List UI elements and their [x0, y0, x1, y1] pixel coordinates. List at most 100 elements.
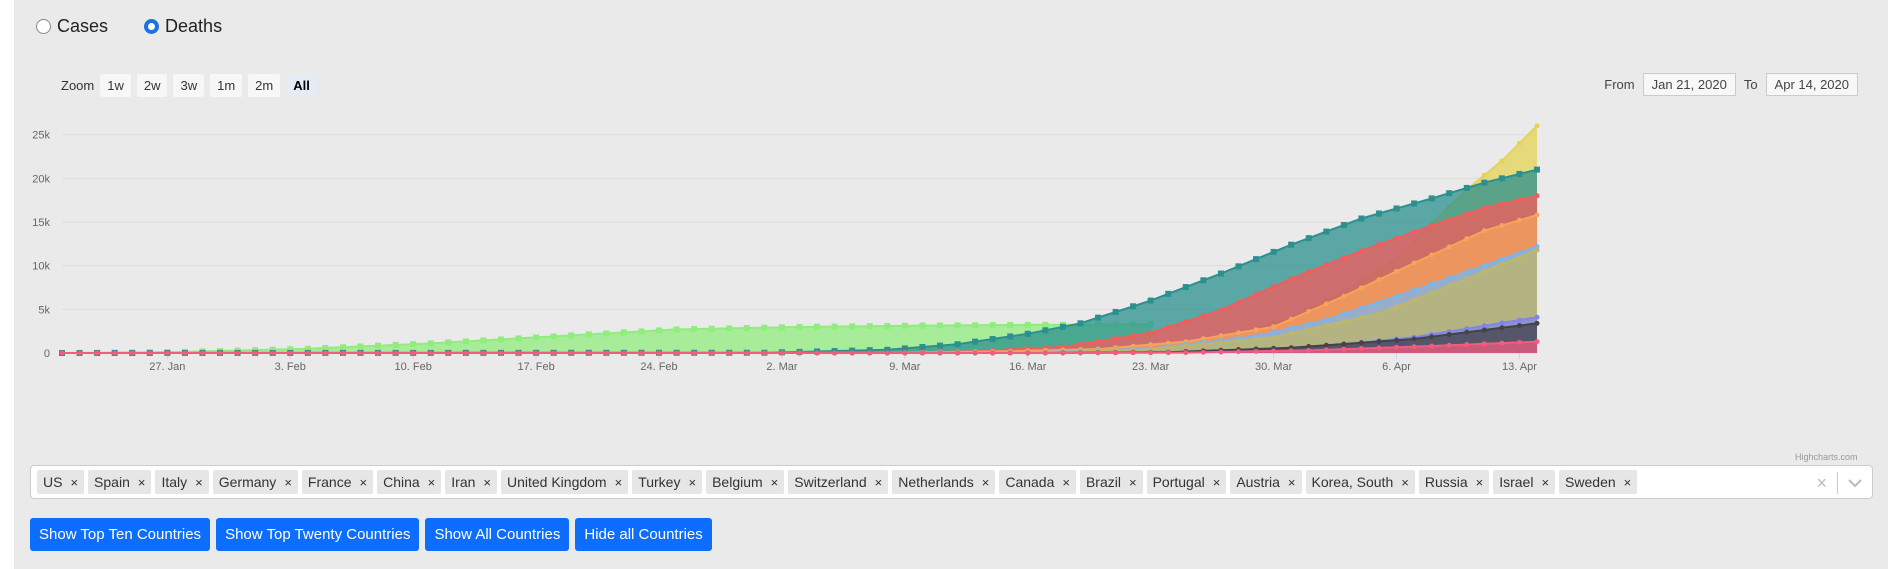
remove-tag-icon[interactable]: ×: [282, 475, 298, 490]
remove-tag-icon[interactable]: ×: [1622, 475, 1638, 490]
series-marker: [1429, 343, 1435, 349]
series-marker: [427, 340, 434, 347]
series-marker: [656, 327, 663, 334]
series-marker: [1534, 212, 1540, 218]
deaths-radio-label[interactable]: Deaths: [165, 16, 222, 37]
series-marker: [1499, 340, 1505, 346]
remove-tag-icon[interactable]: ×: [193, 475, 209, 490]
remove-tag-icon[interactable]: ×: [1211, 475, 1227, 490]
series-marker: [656, 350, 662, 356]
series-marker: [1358, 305, 1364, 311]
country-tag-label: Germany: [218, 474, 277, 490]
zoom-2w-button[interactable]: 2w: [136, 74, 168, 97]
remove-tag-icon[interactable]: ×: [481, 475, 497, 490]
zoom-1w-button[interactable]: 1w: [100, 74, 131, 97]
x-tick-label: 23. Mar: [1132, 361, 1170, 373]
remove-tag-icon[interactable]: ×: [136, 475, 152, 490]
country-tag: Turkey ×: [632, 470, 703, 494]
country-tag-label: Iran: [451, 474, 476, 490]
country-tag-label: Brazil: [1085, 474, 1121, 490]
series-marker: [638, 350, 644, 356]
series-marker: [445, 339, 452, 346]
chevron-down-icon[interactable]: [1848, 478, 1862, 488]
remove-tag-icon[interactable]: ×: [426, 475, 442, 490]
remove-tag-icon[interactable]: ×: [1286, 475, 1302, 490]
country-tag: Italy ×: [155, 470, 209, 494]
zoom-all-button[interactable]: All: [286, 74, 317, 97]
series-marker: [884, 350, 890, 356]
series-marker: [516, 350, 522, 356]
remove-tag-icon[interactable]: ×: [769, 475, 785, 490]
series-marker: [1218, 333, 1224, 339]
series-marker: [708, 325, 715, 332]
series-marker: [1376, 277, 1382, 283]
series-marker: [866, 323, 873, 330]
series-marker: [937, 350, 943, 356]
series-marker: [533, 350, 539, 356]
remove-tag-icon[interactable]: ×: [686, 475, 702, 490]
series-marker: [1165, 350, 1171, 356]
series-marker: [1394, 304, 1400, 310]
remove-tag-icon[interactable]: ×: [68, 475, 84, 490]
series-marker: [972, 322, 979, 329]
x-tick-label: 3. Feb: [275, 361, 306, 373]
series-marker: [832, 350, 838, 356]
to-date-input[interactable]: Apr 14, 2020: [1765, 73, 1858, 96]
deaths-radio[interactable]: Deaths: [144, 16, 222, 37]
series-marker: [1534, 314, 1540, 320]
remove-tag-icon[interactable]: ×: [1060, 475, 1076, 490]
remove-tag-icon[interactable]: ×: [613, 475, 629, 490]
country-tag: United Kingdom ×: [500, 470, 629, 494]
series-marker: [1534, 247, 1540, 253]
series-marker: [1200, 313, 1206, 319]
x-tick-label: 6. Apr: [1382, 361, 1411, 373]
series-marker: [375, 350, 381, 356]
country-multiselect[interactable]: US × Spain × Italy × Germany × France × China × Iran…: [30, 465, 1873, 499]
series-marker: [1341, 346, 1347, 352]
remove-tag-icon[interactable]: ×: [873, 475, 889, 490]
series-marker: [1165, 345, 1171, 351]
show-top-ten-button[interactable]: Show Top Ten Countries: [30, 518, 211, 551]
show-all-countries-button[interactable]: Show All Countries: [425, 518, 570, 551]
remove-tag-icon[interactable]: ×: [1399, 475, 1415, 490]
zoom-2m-button[interactable]: 2m: [248, 74, 281, 97]
hide-all-countries-button[interactable]: Hide all Countries: [575, 518, 712, 551]
remove-tag-icon[interactable]: ×: [1474, 475, 1490, 490]
x-tick-label: 30. Mar: [1255, 361, 1293, 373]
from-date-input[interactable]: Jan 21, 2020: [1642, 73, 1736, 96]
remove-tag-icon[interactable]: ×: [1539, 475, 1555, 490]
series-marker: [1077, 350, 1083, 356]
deaths-radio-circle[interactable]: [144, 19, 160, 34]
series-marker: [340, 350, 346, 356]
series-marker: [1271, 334, 1277, 340]
series-marker: [1446, 342, 1452, 348]
remove-tag-icon[interactable]: ×: [980, 475, 996, 490]
zoom-3w-button[interactable]: 3w: [173, 74, 205, 97]
series-marker: [1218, 307, 1224, 313]
series-marker: [884, 322, 891, 329]
clear-all-icon[interactable]: ×: [1816, 473, 1827, 494]
series-marker: [1165, 324, 1171, 330]
series-marker: [287, 350, 293, 356]
series-marker: [1463, 184, 1470, 191]
series-marker: [1147, 297, 1154, 304]
series-marker: [1516, 197, 1522, 203]
cases-radio[interactable]: Cases: [36, 16, 108, 37]
cases-radio-label[interactable]: Cases: [57, 16, 108, 37]
series-marker: [1323, 262, 1329, 268]
zoom-1m-button[interactable]: 1m: [210, 74, 243, 97]
metric-radio-group: Cases Deaths: [36, 16, 222, 37]
series-marker: [568, 332, 575, 339]
highcharts-credit[interactable]: Highcharts.com: [1795, 452, 1858, 462]
country-tag: Belgium ×: [706, 470, 785, 494]
series-marker: [1358, 346, 1364, 352]
series-marker: [585, 331, 592, 338]
series-marker: [1341, 311, 1347, 317]
cases-radio-circle[interactable]: [36, 19, 51, 34]
series-marker: [77, 350, 83, 356]
remove-tag-icon[interactable]: ×: [357, 475, 373, 490]
series-marker: [357, 343, 364, 350]
remove-tag-icon[interactable]: ×: [1127, 475, 1143, 490]
series-marker: [1394, 344, 1400, 350]
show-top-twenty-button[interactable]: Show Top Twenty Countries: [216, 518, 420, 551]
